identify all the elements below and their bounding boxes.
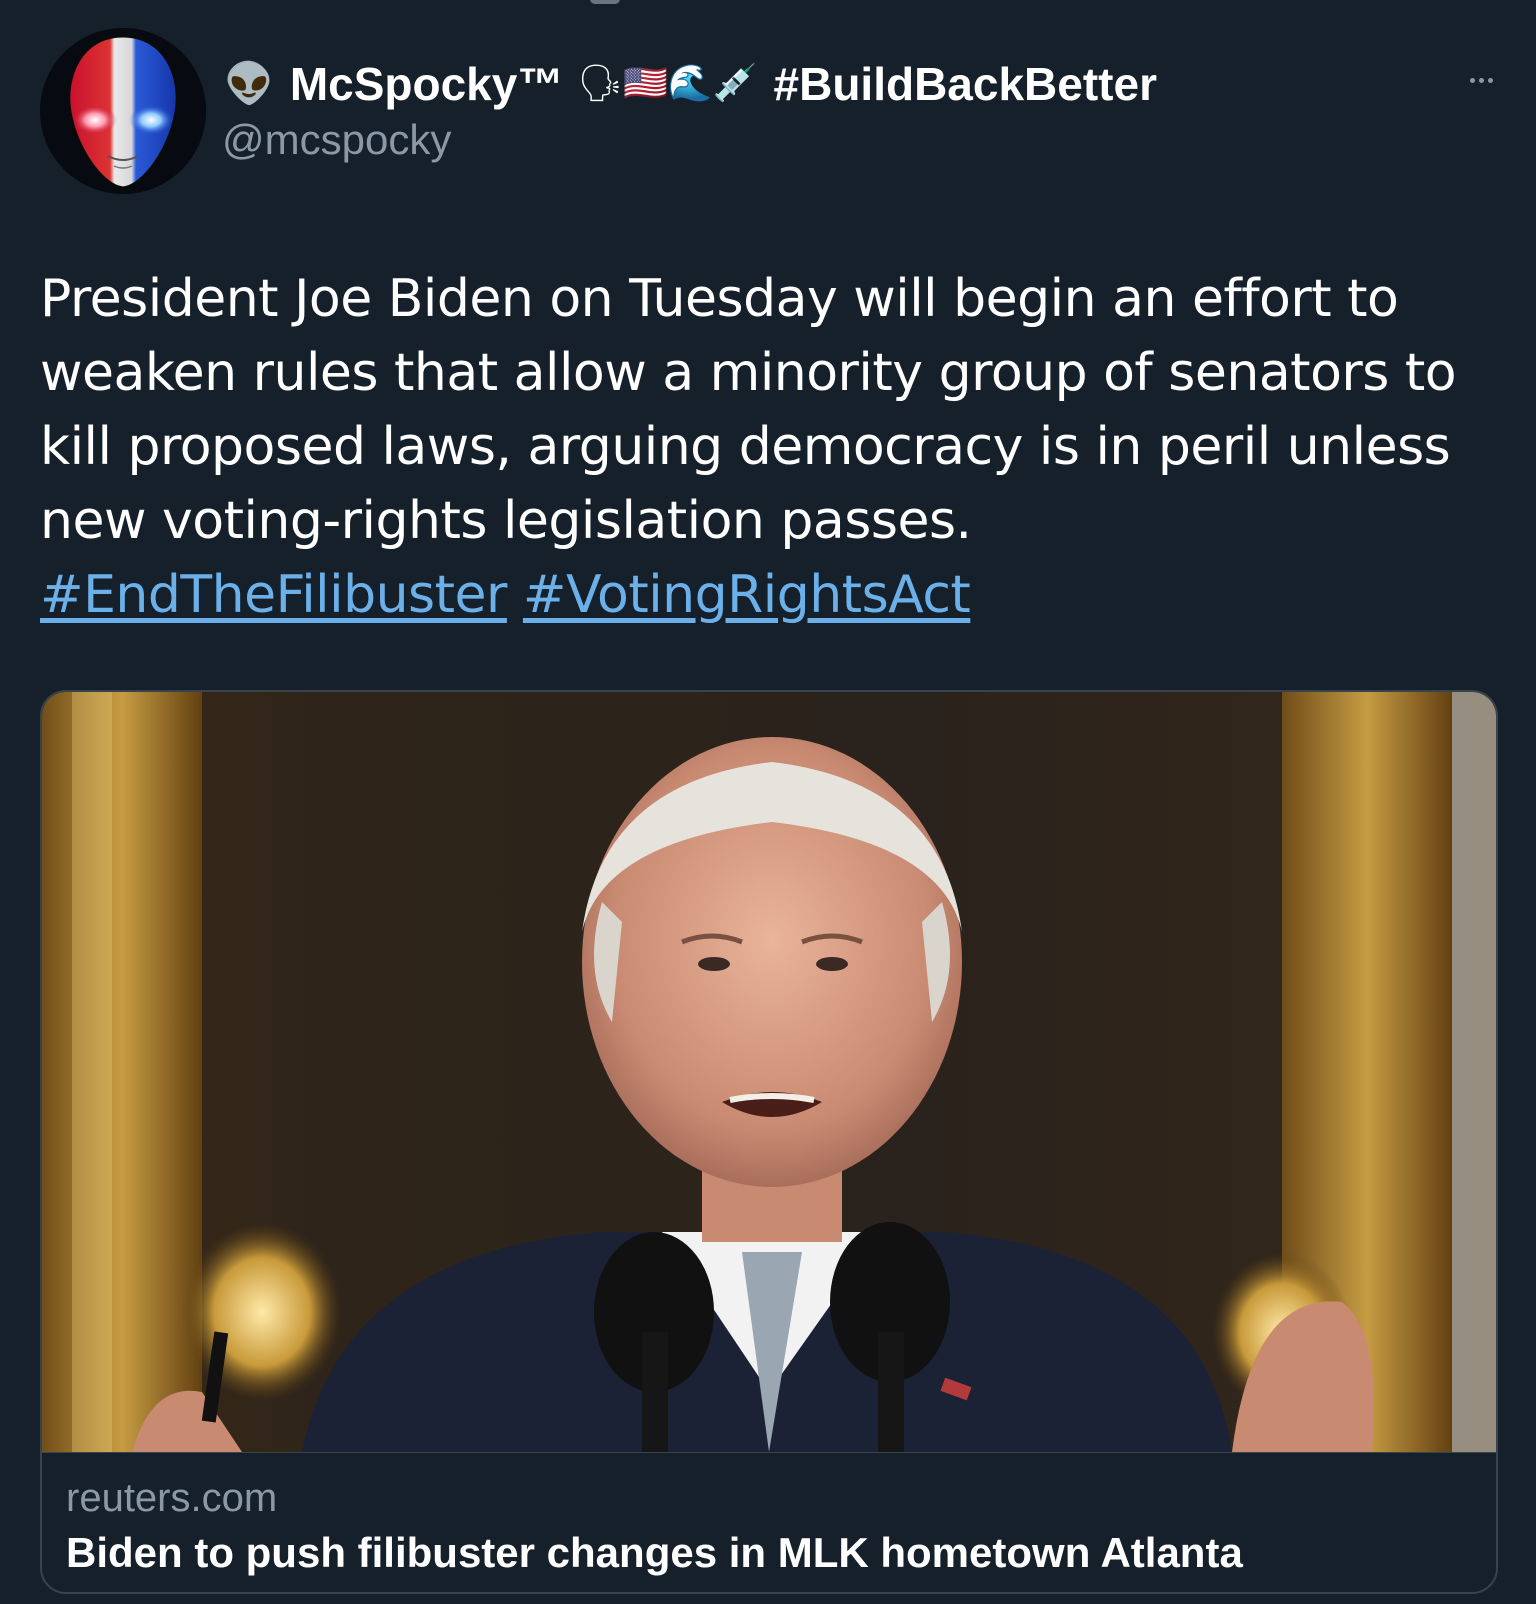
tweet-text-line: President Joe Biden on Tuesday will begi…	[40, 269, 1399, 329]
name-emojis: 🗣🇺🇸🌊💉	[577, 63, 758, 104]
press-conference-photo	[42, 692, 1496, 1452]
more-options-button[interactable]	[1456, 60, 1506, 100]
tweet-text: President Joe Biden on Tuesday will begi…	[40, 262, 1490, 632]
card-domain: reuters.com	[66, 1476, 278, 1520]
display-name[interactable]: McSpocky™	[290, 54, 564, 114]
tweet-author-line[interactable]: 👽 McSpocky™ 🗣🇺🇸🌊💉 #BuildBackBetter	[224, 54, 1157, 114]
hashtag-line: #EndTheFilibuster #VotingRightsAct	[40, 558, 1490, 632]
card-photo[interactable]	[42, 692, 1496, 1452]
tweet-text-line: kill proposed laws, arguing democracy is…	[40, 417, 1451, 477]
tweet-text-line: new voting-rights legislation passes.	[40, 491, 972, 551]
display-name-hashtag: #BuildBackBetter	[773, 58, 1157, 110]
hashtag-end-the-filibuster[interactable]: #EndTheFilibuster	[40, 565, 507, 625]
link-preview-card[interactable]: reuters.com Biden to push filibuster cha…	[40, 690, 1498, 1594]
user-handle[interactable]: @mcspocky	[222, 112, 451, 168]
hashtag-voting-rights-act[interactable]: #VotingRightsAct	[523, 565, 971, 625]
tweet-text-line: weaken rules that allow a minority group…	[40, 343, 1457, 403]
ellipsis-icon	[1487, 77, 1493, 83]
ellipsis-icon	[1469, 77, 1475, 83]
alien-avatar-image	[40, 28, 206, 194]
alien-emoji-icon: 👽	[224, 61, 274, 107]
card-info[interactable]: reuters.com Biden to push filibuster cha…	[42, 1452, 1496, 1592]
ellipsis-icon	[1478, 77, 1484, 83]
tweet: 👽 McSpocky™ 🗣🇺🇸🌊💉 #BuildBackBetter @mcsp…	[0, 0, 1536, 1604]
avatar[interactable]	[40, 28, 206, 194]
previous-content-edge	[590, 0, 620, 4]
card-title[interactable]: Biden to push filibuster changes in MLK …	[66, 1525, 1243, 1581]
